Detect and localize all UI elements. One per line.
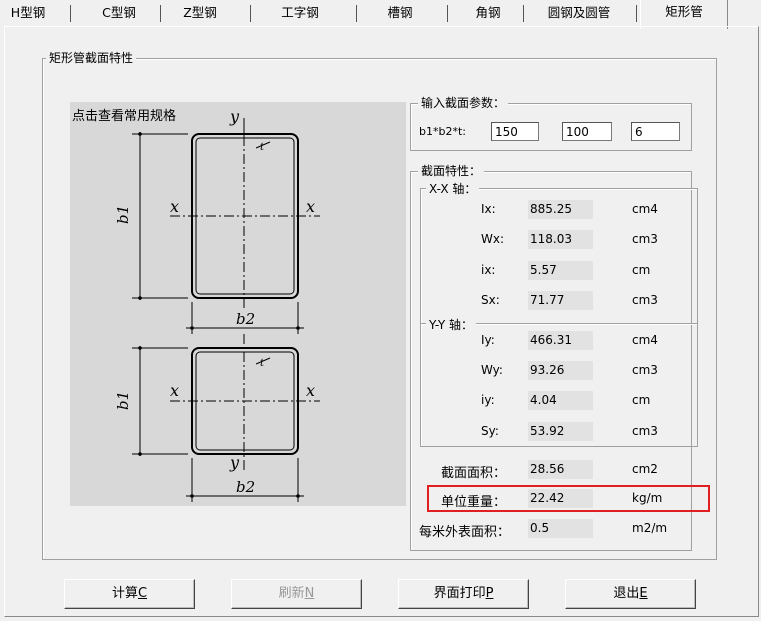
dim-b1-label-bottom: b1 bbox=[114, 391, 132, 410]
ix-value: 885.25 bbox=[528, 200, 593, 219]
refresh-button-key: N bbox=[304, 586, 315, 601]
iy-radius-unit: cm bbox=[632, 393, 651, 407]
iy-radius-label: iy: bbox=[481, 393, 495, 407]
surface-value: 0.5 bbox=[528, 519, 593, 538]
tab-divider bbox=[523, 5, 524, 22]
sy-label: Sy: bbox=[481, 424, 499, 438]
sy-unit: cm3 bbox=[632, 424, 658, 438]
wy-value: 93.26 bbox=[528, 361, 593, 380]
calculate-button-key: C bbox=[137, 586, 148, 601]
input-params-title: 输入截面参数： bbox=[418, 94, 509, 111]
param-label: b1*b2*t: bbox=[419, 125, 466, 138]
refresh-button[interactable]: 刷新N bbox=[231, 579, 362, 609]
wy-unit: cm3 bbox=[632, 363, 658, 377]
iy-value: 466.31 bbox=[528, 331, 593, 350]
tab-bar: H型钢 C型钢 Z型钢 工字钢 槽钢 角钢 圆钢及圆管 矩形管 bbox=[0, 0, 761, 29]
b2-input[interactable] bbox=[562, 122, 612, 141]
tab-h-steel[interactable]: H型钢 bbox=[2, 2, 54, 24]
section-diagram[interactable]: 点击查看常用规格 y x x b1 b2 x x b1 y b2 t t bbox=[70, 102, 406, 506]
exit-button-label: 退出 bbox=[613, 586, 640, 601]
axis-y-label-bottom: y bbox=[229, 453, 240, 472]
sy-value: 53.92 bbox=[528, 422, 593, 441]
rect-tube-drawing: y x x b1 b2 x x b1 y b2 t t bbox=[114, 107, 320, 502]
ix-radius-label: ix: bbox=[481, 263, 496, 277]
calculate-button-label: 计算 bbox=[111, 586, 138, 601]
print-button[interactable]: 界面打印P bbox=[398, 579, 529, 609]
section-group-title: 矩形管截面特性 bbox=[46, 49, 137, 66]
tab-rect-tube[interactable]: 矩形管 bbox=[640, 0, 728, 29]
dim-t-label-bottom: t bbox=[260, 358, 265, 369]
iy-unit: cm4 bbox=[632, 333, 658, 347]
sx-label: Sx: bbox=[481, 293, 500, 307]
weight-label: 单位重量： bbox=[441, 495, 507, 510]
tab-round[interactable]: 圆钢及圆管 bbox=[535, 2, 623, 24]
wx-value: 118.03 bbox=[528, 230, 593, 249]
sx-value: 71.77 bbox=[528, 291, 593, 310]
tab-divider bbox=[70, 5, 71, 22]
dim-b1-label-top: b1 bbox=[114, 205, 132, 224]
wx-unit: cm3 bbox=[632, 232, 658, 246]
iy-label: Iy: bbox=[481, 333, 495, 347]
weight-unit: kg/m bbox=[632, 491, 663, 505]
ix-label: Ix: bbox=[481, 202, 496, 216]
axis-y-label-top: y bbox=[229, 107, 240, 126]
surface-unit: m2/m bbox=[632, 521, 668, 535]
ix-radius-value: 5.57 bbox=[528, 261, 593, 280]
b1-input[interactable] bbox=[491, 122, 539, 141]
dim-b2-label-bottom: b2 bbox=[236, 478, 255, 496]
tab-divider bbox=[250, 5, 251, 22]
xx-title: X-X 轴： bbox=[426, 180, 480, 197]
tab-z-steel[interactable]: Z型钢 bbox=[168, 2, 232, 24]
exit-button[interactable]: 退出E bbox=[565, 579, 696, 609]
tab-channel[interactable]: 槽钢 bbox=[372, 2, 428, 24]
ix-radius-unit: cm bbox=[632, 263, 651, 277]
tab-divider bbox=[636, 5, 637, 22]
print-button-label: 界面打印 bbox=[433, 586, 486, 601]
weight-value: 22.42 bbox=[528, 489, 593, 508]
wy-label: Wy: bbox=[481, 363, 503, 377]
tab-i-beam[interactable]: 工字钢 bbox=[265, 2, 335, 24]
props-title: 截面特性： bbox=[418, 162, 485, 179]
t-input[interactable] bbox=[631, 122, 680, 141]
dim-t-label-top: t bbox=[260, 142, 265, 153]
print-button-key: P bbox=[485, 586, 494, 601]
calculate-button[interactable]: 计算C bbox=[64, 579, 195, 609]
dim-b2-label-top: b2 bbox=[236, 310, 255, 328]
tab-divider bbox=[447, 5, 448, 22]
tab-c-steel[interactable]: C型钢 bbox=[88, 2, 150, 24]
tab-divider bbox=[356, 5, 357, 22]
axis-x-label-right: x bbox=[306, 197, 315, 216]
wx-label: Wx: bbox=[481, 232, 505, 246]
exit-button-key: E bbox=[639, 586, 648, 601]
axis-x-label-left: x bbox=[170, 197, 179, 216]
iy-radius-value: 4.04 bbox=[528, 391, 593, 410]
area-label: 截面面积： bbox=[441, 466, 507, 481]
sx-unit: cm3 bbox=[632, 293, 658, 307]
refresh-button-label: 刷新 bbox=[278, 586, 305, 601]
tab-divider bbox=[160, 5, 161, 22]
area-value: 28.56 bbox=[528, 460, 593, 479]
tab-angle[interactable]: 角钢 bbox=[462, 2, 514, 24]
yy-title: Y-Y 轴： bbox=[426, 316, 476, 333]
surface-label: 每米外表面积： bbox=[419, 525, 511, 540]
area-unit: cm2 bbox=[632, 462, 658, 476]
axis-x-label-left-2: x bbox=[170, 381, 179, 400]
ix-unit: cm4 bbox=[632, 202, 658, 216]
axis-x-label-right-2: x bbox=[306, 381, 315, 400]
